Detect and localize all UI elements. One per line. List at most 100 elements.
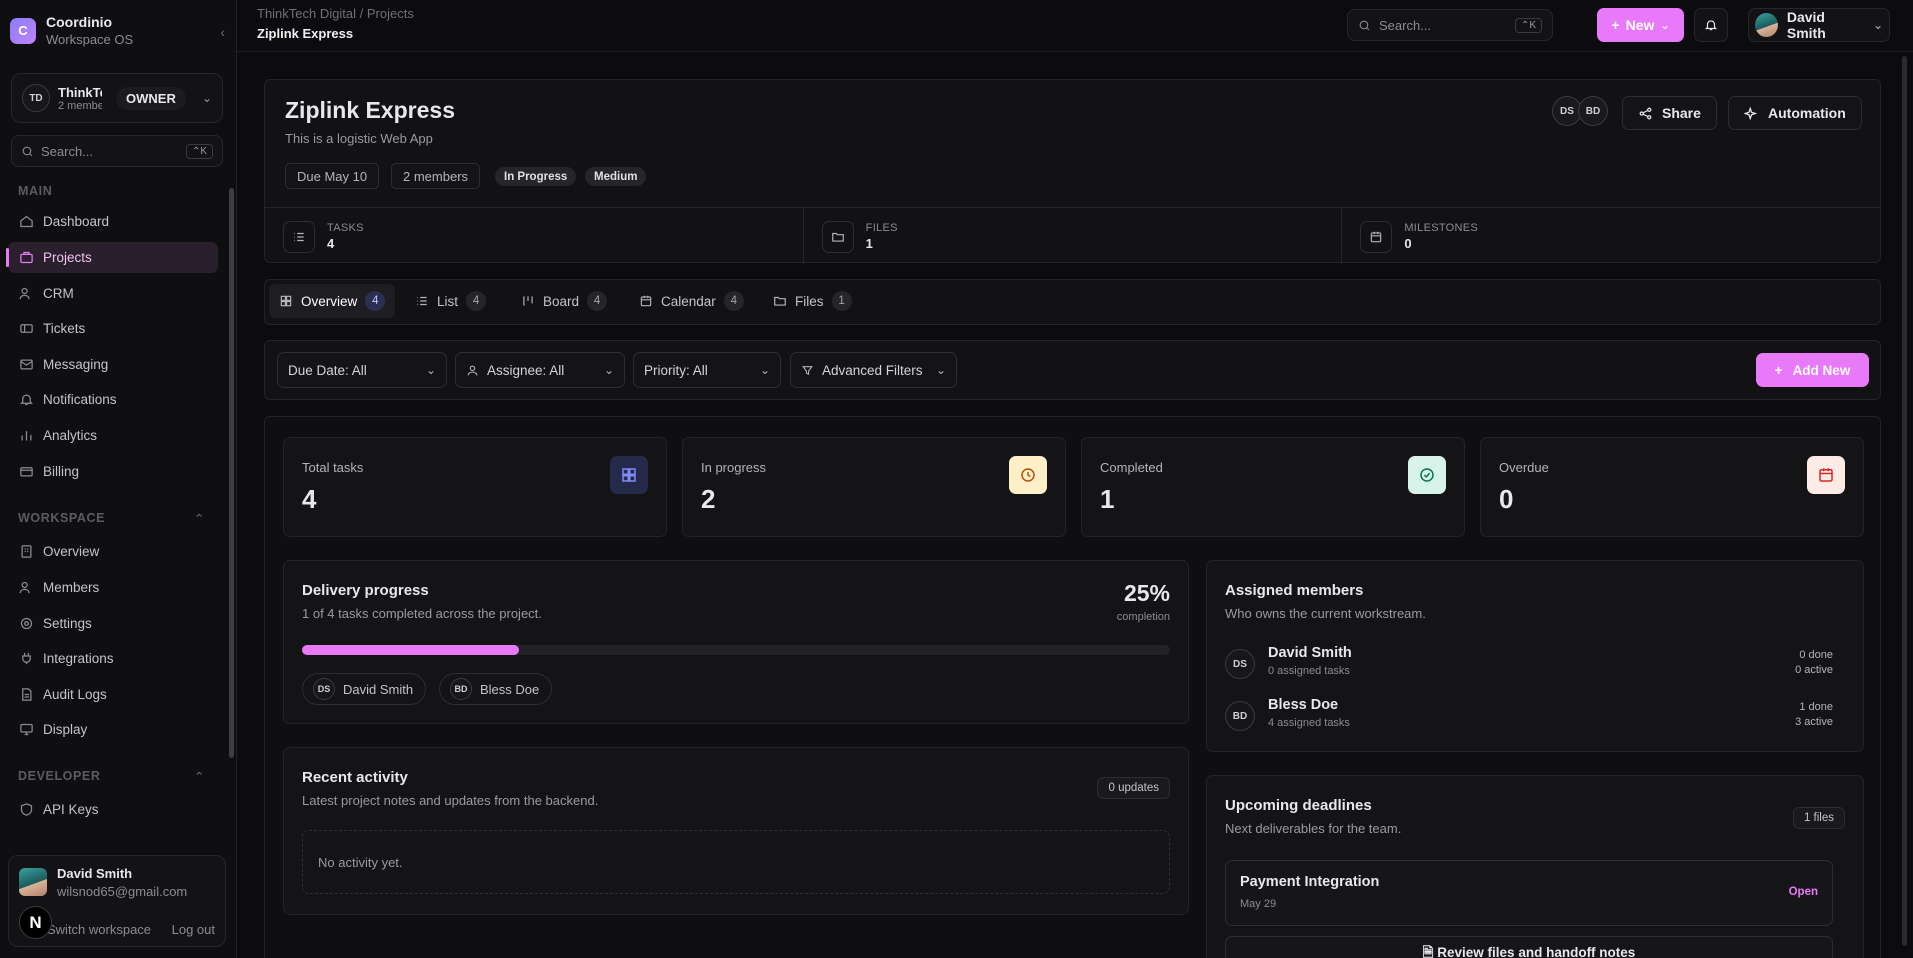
sidebar-item-integrations[interactable]: Integrations: [8, 643, 218, 674]
list-icon: [283, 220, 315, 253]
member-row[interactable]: DS David Smith 0 assigned tasks 0 done 0 …: [1225, 645, 1833, 681]
avatar: DS: [313, 678, 335, 700]
sidebar: C Coordinio Workspace OS ‹ TD ThinkTech …: [0, 0, 237, 958]
sidebar-item-audit-logs[interactable]: Audit Logs: [8, 679, 218, 710]
overview-panel: Total tasks 4 In progress 2 Completed 1 …: [264, 416, 1881, 958]
tab-label: Overview: [301, 293, 358, 309]
top-search-input[interactable]: Search... ⌃K: [1347, 9, 1553, 41]
share-icon: [1639, 107, 1652, 119]
building-icon: [21, 545, 32, 558]
sidebar-item-label: Overview: [43, 544, 100, 559]
monitor-icon: [20, 723, 33, 736]
floating-n-badge[interactable]: N: [19, 906, 52, 939]
sidebar-search[interactable]: Search... ⌃K: [11, 135, 223, 167]
workspace-role-badge: OWNER: [116, 86, 186, 110]
kpi-value: 2: [701, 484, 716, 514]
chevron-down-icon: ⌄: [759, 363, 770, 377]
priority-filter[interactable]: Priority: All ⌄: [633, 352, 781, 388]
activity-updates-badge: 0 updates: [1097, 777, 1170, 799]
sidebar-item-label: Notifications: [43, 392, 117, 407]
share-button[interactable]: Share: [1622, 96, 1717, 130]
top-search-placeholder: Search...: [1379, 17, 1432, 33]
sidebar-item-settings[interactable]: Settings: [8, 608, 218, 639]
advanced-filters-button[interactable]: Advanced Filters ⌄: [790, 352, 957, 388]
workspace-switcher[interactable]: TD ThinkTech Digital 2 members OWNER ⌄: [11, 73, 223, 123]
sidebar-item-messaging[interactable]: Messaging: [8, 349, 218, 380]
tab-calendar[interactable]: Calendar 4: [629, 284, 754, 318]
user-menu-button[interactable]: David Smith ⌄: [1748, 8, 1890, 42]
sidebar-item-label: Dashboard: [43, 214, 110, 229]
chevron-down-icon: ⌄: [1660, 19, 1670, 32]
member-chip[interactable]: BD Bless Doe: [439, 673, 553, 705]
tab-list[interactable]: List 4: [405, 284, 496, 318]
new-button[interactable]: + New ⌄: [1597, 8, 1684, 42]
project-avatar-stack[interactable]: DS BD: [1552, 96, 1608, 126]
member-tasks: 4 assigned tasks: [1268, 717, 1350, 729]
sidebar-item-overview[interactable]: Overview: [8, 536, 218, 567]
due-date-filter[interactable]: Due Date: All ⌄: [277, 352, 447, 388]
home-icon: [20, 215, 33, 228]
add-new-button[interactable]: + Add New: [1756, 353, 1869, 387]
user-name: David Smith: [57, 866, 133, 881]
briefcase-icon: [20, 251, 33, 264]
sidebar-item-members[interactable]: Members: [8, 572, 218, 603]
sidebar-item-label: Audit Logs: [43, 687, 107, 702]
recent-activity-card: Recent activity Latest project notes and…: [283, 747, 1189, 915]
tab-board[interactable]: Board 4: [511, 284, 617, 318]
sidebar-item-label: Members: [43, 580, 100, 595]
collapse-sidebar-icon[interactable]: ‹: [220, 24, 225, 40]
chevron-down-icon: ⌄: [1872, 18, 1883, 32]
sidebar-item-analytics[interactable]: Analytics: [8, 420, 218, 451]
switch-workspace-link[interactable]: Switch workspace: [47, 922, 151, 937]
assigned-subtitle: Who owns the current workstream.: [1225, 606, 1426, 621]
project-description: This is a logistic Web App: [285, 131, 433, 146]
grid-icon: [280, 295, 292, 307]
project-tabs: Overview 4 List 4 Board 4 Calendar 4 Fil…: [264, 279, 1881, 325]
sidebar-item-api-keys[interactable]: API Keys: [8, 794, 218, 825]
member-row[interactable]: BD Bless Doe 4 assigned tasks 1 done 3 ac…: [1225, 697, 1833, 733]
notifications-button[interactable]: [1694, 8, 1728, 42]
delivery-percent: 25%: [1123, 580, 1170, 606]
ticket-icon: [20, 324, 33, 333]
breadcrumb-projects[interactable]: Projects: [367, 6, 414, 21]
tab-overview[interactable]: Overview 4: [269, 284, 396, 318]
sidebar-scrollbar[interactable]: [229, 188, 234, 758]
tab-files[interactable]: Files 1: [763, 284, 862, 318]
stat-label: FILES: [865, 222, 898, 234]
sidebar-item-tickets[interactable]: Tickets: [8, 313, 218, 344]
member-chip[interactable]: DS David Smith: [302, 673, 427, 705]
add-new-label: Add New: [1792, 362, 1851, 378]
automation-button[interactable]: Automation: [1728, 96, 1862, 130]
sidebar-item-crm[interactable]: CRM: [8, 278, 218, 309]
brand-title: Coordinio: [46, 14, 113, 30]
folder-icon: [821, 220, 854, 253]
plus-icon: +: [1774, 362, 1783, 378]
credit-card-icon: [20, 467, 33, 477]
assignee-filter[interactable]: Assignee: All ⌄: [455, 352, 625, 388]
chevron-up-icon: ⌃: [193, 512, 205, 526]
sidebar-item-billing[interactable]: Billing: [8, 456, 218, 487]
brand[interactable]: C Coordinio Workspace OS ‹: [10, 14, 225, 47]
sidebar-item-dashboard[interactable]: Dashboard: [8, 206, 218, 237]
logout-link[interactable]: Log out: [172, 922, 215, 937]
sidebar-item-projects[interactable]: Projects: [6, 242, 218, 273]
review-files-button[interactable]: 🗎 Review files and handoff notes: [1225, 936, 1833, 958]
file-icon: 🗎: [1422, 945, 1438, 958]
section-workspace[interactable]: WORKSPACE ⌃: [18, 511, 205, 526]
stat-value: 1: [865, 236, 873, 251]
section-developer[interactable]: DEVELOPER ⌃: [18, 769, 205, 784]
delivery-progress-card: Delivery progress 1 of 4 tasks completed…: [283, 560, 1189, 724]
member-stats: 1 done 3 active: [1795, 700, 1833, 730]
deadline-open-link[interactable]: Open: [1789, 886, 1818, 898]
sidebar-item-notifications[interactable]: Notifications: [8, 384, 218, 415]
members-chip: 2 members: [391, 163, 481, 189]
deadline-item[interactable]: Payment Integration May 29 Open: [1225, 860, 1833, 926]
kpi-value: 1: [1100, 484, 1115, 514]
breadcrumb-workspace[interactable]: ThinkTech Digital: [257, 6, 356, 21]
stat-files: FILES 1: [804, 208, 1343, 265]
topbar: ThinkTech Digital / Projects Ziplink Exp…: [237, 0, 1913, 52]
main-scrollbar[interactable]: [1902, 56, 1907, 946]
sidebar-item-display[interactable]: Display: [8, 714, 218, 745]
app-root: C Coordinio Workspace OS ‹ TD ThinkTech …: [0, 0, 1913, 958]
user-avatar[interactable]: [19, 868, 47, 896]
